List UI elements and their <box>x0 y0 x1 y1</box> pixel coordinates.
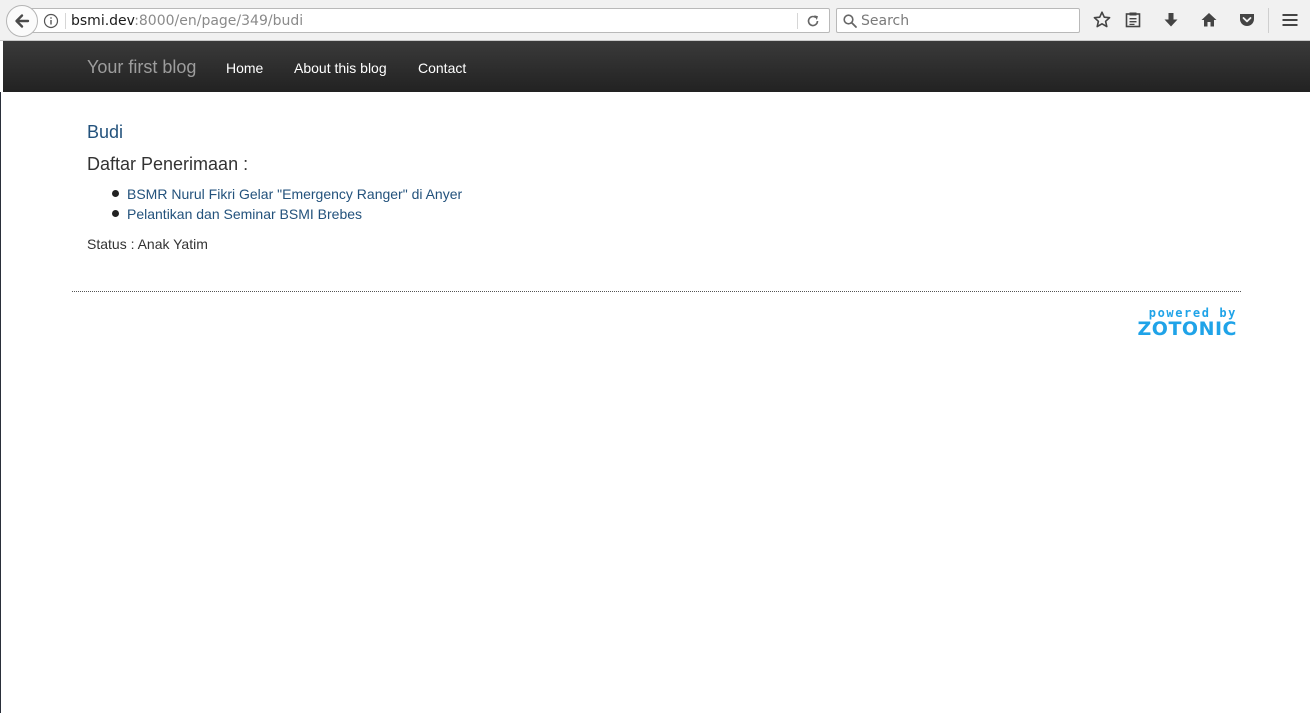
nav-link-about[interactable]: About this blog <box>294 59 387 77</box>
bullet <box>112 210 119 217</box>
search-icon <box>842 13 858 29</box>
url-separator <box>65 13 66 29</box>
back-button[interactable] <box>6 5 38 37</box>
footer-divider <box>72 291 1241 292</box>
page-title: Budi <box>87 122 124 142</box>
list-item-link[interactable]: Pelantikan dan Seminar BSMI Brebes <box>127 206 362 222</box>
nav-link-home[interactable]: Home <box>226 59 263 77</box>
reading-list-icon[interactable] <box>1123 10 1143 30</box>
url-path: :8000/en/page/349/budi <box>134 13 304 29</box>
status-text: Status : Anak Yatim <box>87 236 208 252</box>
reload-separator <box>797 13 798 29</box>
hamburger-menu-icon[interactable] <box>1280 10 1300 30</box>
list-item: BSMR Nurul Fikri Gelar "Emergency Ranger… <box>87 184 462 204</box>
browser-toolbar: bsmi.dev:8000/en/page/349/budi <box>0 0 1310 41</box>
powered-by-zotonic-logo[interactable]: powered by ZOTONIC <box>1133 306 1239 342</box>
menu-separator <box>1268 8 1269 33</box>
receipt-list: BSMR Nurul Fikri Gelar "Emergency Ranger… <box>87 184 462 224</box>
nav-link-contact[interactable]: Contact <box>418 59 466 77</box>
home-icon[interactable] <box>1199 10 1219 30</box>
reload-icon[interactable] <box>805 13 821 29</box>
info-icon[interactable] <box>43 13 59 29</box>
bullet <box>112 190 119 197</box>
brand-link[interactable]: Your first blog <box>87 57 196 77</box>
section-heading: Daftar Penerimaan : <box>87 154 249 174</box>
list-item-link[interactable]: BSMR Nurul Fikri Gelar "Emergency Ranger… <box>127 186 462 202</box>
site-navbar: Your first blog Home About this blog Con… <box>3 41 1310 92</box>
window-edge <box>0 92 3 713</box>
list-item: Pelantikan dan Seminar BSMI Brebes <box>87 204 462 224</box>
zotonic-wordmark: ZOTONIC <box>1137 318 1237 340</box>
back-arrow-icon <box>15 14 30 28</box>
search-bar[interactable] <box>836 8 1080 33</box>
search-input[interactable] <box>859 11 1073 30</box>
pocket-icon[interactable] <box>1237 10 1257 30</box>
download-icon[interactable] <box>1161 10 1181 30</box>
url-text[interactable]: bsmi.dev:8000/en/page/349/budi <box>71 12 303 30</box>
star-icon[interactable] <box>1092 10 1112 30</box>
url-host: bsmi.dev <box>71 13 135 29</box>
url-bar[interactable]: bsmi.dev:8000/en/page/349/budi <box>28 8 830 33</box>
